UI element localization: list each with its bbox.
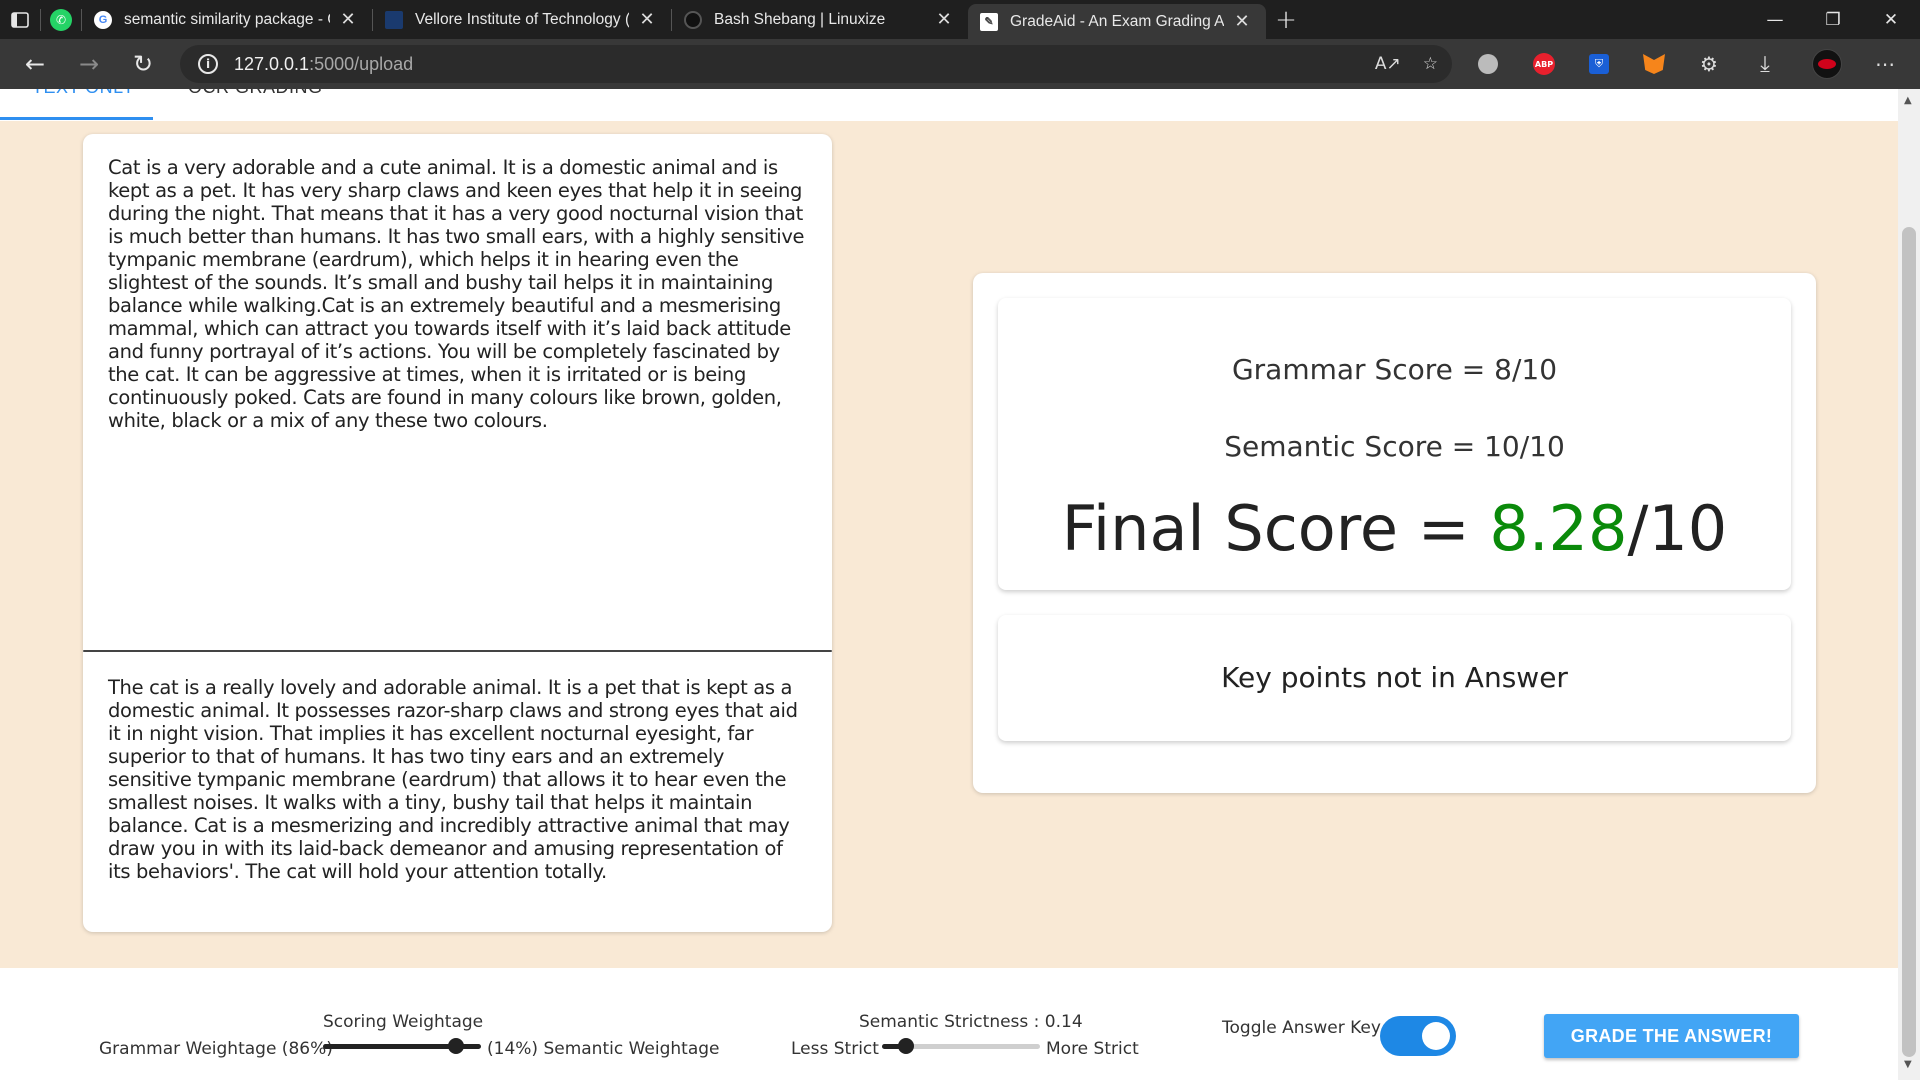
browser-tab-google[interactable]: G semantic similarity package - Go ✕: [82, 0, 372, 39]
tab-text-only[interactable]: TEXT ONLY: [32, 89, 135, 98]
toggle-knob: [1422, 1022, 1450, 1050]
url-path: :5000/upload: [309, 53, 414, 74]
url-field[interactable]: i 127.0.0.1:5000/upload A↗ ☆: [180, 45, 1452, 83]
grammar-weightage-label: Grammar Weightage (86%): [99, 1039, 333, 1059]
tab-title: semantic similarity package - Go: [124, 10, 330, 28]
tab-ocr-grading[interactable]: OCR GRADING: [188, 89, 323, 98]
browser-tab-vit[interactable]: Vellore Institute of Technology (V ✕: [373, 0, 671, 39]
address-bar: ← → ↻ i 127.0.0.1:5000/upload A↗ ☆ ABP ⛨…: [0, 39, 1920, 89]
grade-answer-button[interactable]: GRADE THE ANSWER!: [1544, 1014, 1799, 1058]
minimize-icon[interactable]: —: [1746, 0, 1804, 39]
answer-divider: [83, 650, 832, 652]
answer-text-card: Cat is a very adorable and a cute animal…: [83, 134, 832, 932]
active-tab-indicator: [0, 117, 153, 120]
scoring-weightage-title: Scoring Weightage: [323, 1012, 484, 1032]
refresh-icon[interactable]: ↻: [116, 39, 170, 89]
student-answer-textarea[interactable]: The cat is a really lovely and adorable …: [108, 676, 808, 883]
final-score-suffix: /10: [1627, 492, 1728, 565]
document-icon: ✎: [980, 12, 998, 31]
scroll-down-icon[interactable]: ▼: [1904, 1059, 1912, 1070]
close-icon[interactable]: ✕: [1232, 11, 1252, 32]
semantic-weightage-label: (14%) Semantic Weightage: [487, 1039, 720, 1059]
strictness-thumb[interactable]: [898, 1038, 914, 1054]
site-info-icon[interactable]: i: [198, 54, 218, 74]
metamask-icon[interactable]: [1637, 39, 1671, 89]
tab-title: GradeAid - An Exam Grading Ass: [1010, 12, 1224, 30]
shield-extension-icon[interactable]: ⛨: [1582, 39, 1616, 89]
profile-avatar[interactable]: [1810, 39, 1844, 89]
forward-icon[interactable]: →: [62, 39, 116, 89]
scrollbar-thumb[interactable]: [1902, 227, 1916, 1057]
answer-key-toggle[interactable]: [1380, 1016, 1456, 1056]
close-icon[interactable]: ✕: [338, 9, 358, 30]
read-aloud-icon[interactable]: A↗: [1375, 54, 1401, 74]
semantic-score: Semantic Score = 10/10: [1224, 430, 1565, 463]
close-icon[interactable]: ✕: [637, 9, 657, 30]
less-strict-label: Less Strict: [791, 1039, 879, 1059]
browser-tab-gradeaid[interactable]: ✎ GradeAid - An Exam Grading Ass ✕: [968, 4, 1266, 39]
add-favorite-icon[interactable]: ☆: [1423, 54, 1438, 74]
restore-icon[interactable]: ❐: [1804, 0, 1862, 39]
grammar-score: Grammar Score = 8/10: [1231, 353, 1558, 386]
url-host: 127.0.0.1: [234, 53, 310, 74]
tab-title: Bash Shebang | Linuxize: [714, 10, 886, 28]
close-icon[interactable]: ✕: [934, 9, 954, 30]
tab-actions-icon[interactable]: [0, 0, 40, 39]
adblock-plus-icon[interactable]: ABP: [1527, 39, 1561, 89]
answer-key-textarea[interactable]: Cat is a very adorable and a cute animal…: [108, 156, 808, 432]
tab-title: Vellore Institute of Technology (V: [415, 10, 629, 28]
toggle-answer-key-label: Toggle Answer Key: [1222, 1018, 1381, 1038]
linuxize-icon: [684, 10, 702, 29]
window-close-icon[interactable]: ✕: [1862, 0, 1920, 39]
new-tab-button[interactable]: +: [1266, 5, 1306, 35]
key-points-title: Key points not in Answer: [1221, 661, 1568, 694]
results-card: Grammar Score = 8/10 Semantic Score = 10…: [973, 273, 1816, 793]
final-score-value: 8.28: [1489, 492, 1628, 565]
semantic-strictness-title: Semantic Strictness : 0.14: [859, 1012, 1083, 1032]
key-points-panel: Key points not in Answer: [998, 615, 1791, 741]
score-panel: Grammar Score = 8/10 Semantic Score = 10…: [998, 298, 1791, 590]
window-controls: — ❐ ✕: [1746, 0, 1920, 39]
page-scrollbar[interactable]: ▲ ▼: [1898, 89, 1920, 1080]
extensions-puzzle-icon[interactable]: ⚙: [1692, 39, 1726, 89]
browser-tab-linuxize[interactable]: Bash Shebang | Linuxize ✕: [672, 0, 968, 39]
scroll-up-icon[interactable]: ▲: [1904, 95, 1912, 106]
vit-logo-icon: [385, 10, 403, 29]
more-menu-icon[interactable]: ⋯: [1868, 39, 1902, 89]
final-score-prefix: Final Score =: [1061, 492, 1490, 565]
downloads-icon[interactable]: ⤓: [1748, 39, 1782, 89]
final-score: Final Score = 8.28/10: [998, 492, 1791, 565]
scoring-weightage-thumb[interactable]: [448, 1038, 464, 1054]
back-icon[interactable]: ←: [8, 39, 62, 89]
whatsapp-icon[interactable]: ✆: [41, 0, 81, 39]
mode-tabs: TEXT ONLY OCR GRADING: [0, 89, 1898, 121]
browser-tab-bar: ✆ G semantic similarity package - Go ✕ V…: [0, 0, 1920, 39]
vpn-globe-icon[interactable]: [1471, 39, 1505, 89]
more-strict-label: More Strict: [1046, 1039, 1139, 1059]
google-icon: G: [94, 10, 112, 29]
